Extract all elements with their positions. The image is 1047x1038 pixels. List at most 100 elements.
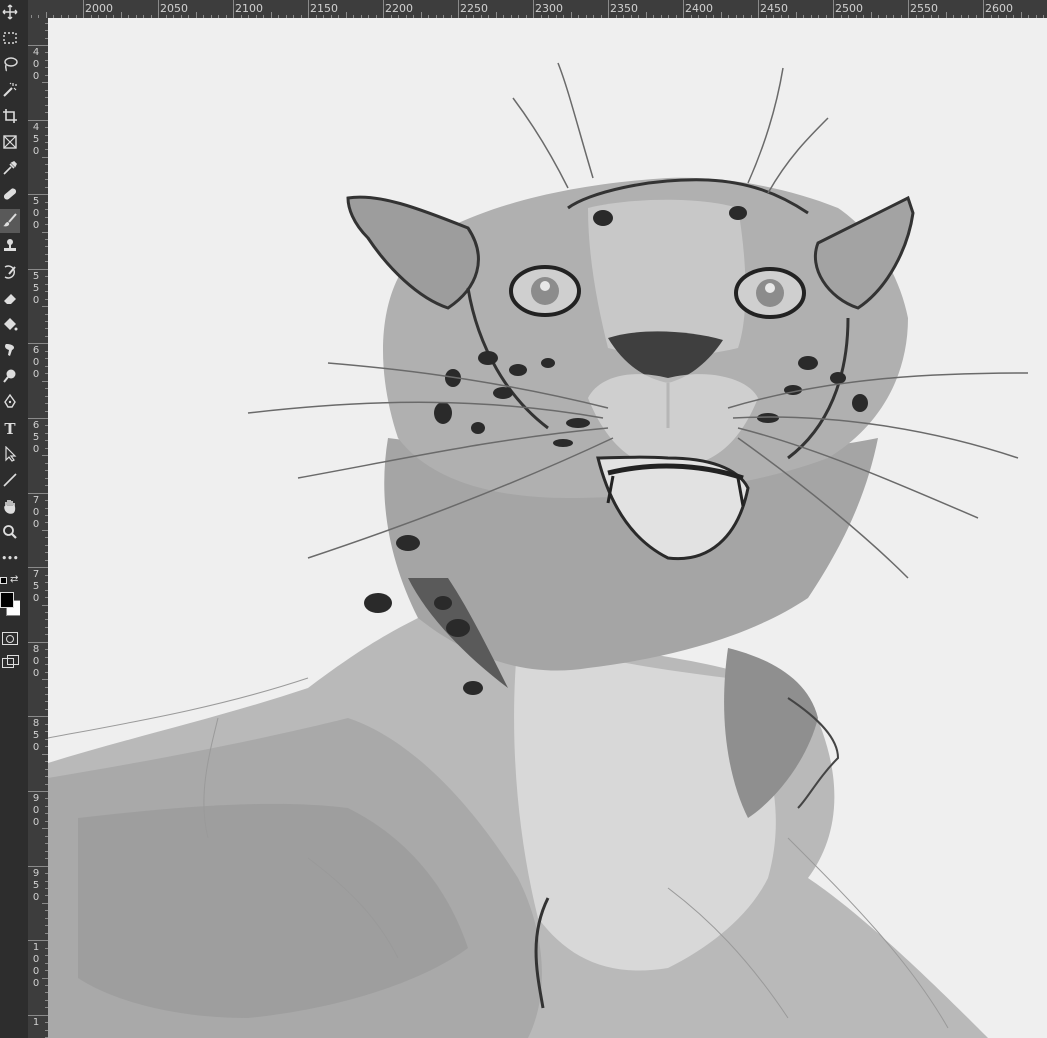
ruler-tick — [308, 0, 309, 18]
ruler-tick — [28, 268, 48, 270]
ruler-label: 450 — [31, 122, 41, 158]
ellipsis-icon: ••• — [1, 553, 19, 564]
ruler-tick — [533, 0, 534, 18]
ruler-label: 850 — [31, 718, 41, 754]
ruler-label: 1 — [31, 1017, 41, 1029]
document-canvas[interactable] — [48, 18, 1047, 1038]
screen-mode-icon[interactable] — [2, 655, 19, 668]
ruler-label-digit: 5 — [32, 133, 40, 145]
dodge-tool[interactable] — [0, 365, 20, 389]
hand-tool[interactable] — [0, 495, 20, 519]
ruler-tick — [28, 865, 48, 867]
pen-tool[interactable] — [0, 391, 20, 415]
line-tool[interactable] — [0, 469, 20, 493]
ruler-tick — [833, 0, 834, 18]
line-icon — [2, 472, 18, 491]
foreground-color-swatch[interactable] — [0, 592, 14, 608]
eraser-tool[interactable] — [0, 287, 20, 311]
marquee-tool[interactable] — [0, 27, 20, 51]
ruler-label: 2450 — [760, 2, 788, 15]
ruler-label: 2050 — [160, 2, 188, 15]
crop-tool[interactable] — [0, 105, 20, 129]
eyedropper-tool[interactable] — [0, 157, 20, 181]
ruler-label-digit: 0 — [32, 817, 40, 828]
ruler-label-digit: 7 — [32, 494, 40, 506]
ruler-label: 2100 — [235, 2, 263, 15]
ruler-tick — [28, 791, 48, 792]
swap-colors-icon[interactable]: ⇄ — [10, 575, 18, 585]
stamp-icon — [2, 238, 18, 257]
ruler-label-digit: 0 — [32, 518, 40, 530]
eyedropper-icon — [2, 160, 18, 179]
pen-icon — [2, 393, 18, 413]
ruler-label-digit: 5 — [32, 196, 40, 208]
ruler-label-digit: 0 — [32, 954, 40, 966]
ruler-label-digit: 0 — [32, 805, 40, 816]
type-icon: T — [4, 419, 16, 438]
more-tools[interactable]: ••• — [0, 547, 20, 571]
vertical-ruler[interactable]: 4004505005506006507007508008509009501000… — [28, 18, 48, 1038]
ruler-label-digit: 9 — [32, 793, 40, 804]
ruler-label-digit: 4 — [32, 121, 40, 133]
history-brush-tool[interactable] — [0, 261, 20, 285]
ruler-label: 650 — [31, 420, 41, 456]
ruler-tick — [28, 194, 48, 196]
lasso-tool[interactable] — [0, 53, 20, 77]
ruler-label-digit: 0 — [32, 506, 40, 518]
ruler-label-digit: 5 — [32, 581, 40, 593]
zoom-icon — [2, 524, 18, 543]
healing-brush-tool[interactable] — [0, 183, 20, 207]
ruler-label: 2600 — [985, 2, 1013, 15]
default-colors-icon[interactable] — [0, 577, 7, 584]
ruler-label-digit: 0 — [32, 593, 40, 605]
ruler-tick — [683, 0, 684, 18]
ruler-label-digit: 5 — [32, 432, 40, 443]
horizontal-ruler[interactable]: 2000 2050 2100 2150 2200 2250 2300 2350 2400 2450… — [28, 0, 1047, 18]
ruler-label-digit: 8 — [32, 718, 40, 730]
ruler-label-digit: 6 — [32, 345, 40, 357]
hand-icon — [2, 498, 18, 517]
ruler-tick — [158, 0, 159, 18]
ruler-tick — [28, 1014, 48, 1016]
ruler-label-digit: 0 — [32, 59, 40, 70]
magic-wand-tool[interactable] — [0, 79, 20, 103]
tools-panel-edge — [20, 0, 28, 1038]
path-selection-tool[interactable] — [0, 443, 20, 467]
ruler-label-digit: 9 — [32, 867, 40, 879]
ruler-label-digit: 0 — [32, 966, 40, 978]
ruler-tick — [28, 641, 48, 643]
ruler-label: 550 — [31, 271, 41, 307]
type-tool[interactable]: T — [0, 417, 20, 441]
clone-stamp-tool[interactable] — [0, 235, 20, 259]
frame-tool[interactable] — [0, 131, 20, 155]
paint-bucket-tool[interactable] — [0, 313, 20, 337]
ruler-tick — [458, 0, 459, 18]
ruler-label-digit: 5 — [32, 879, 40, 891]
ruler-tick — [28, 940, 48, 942]
ruler-tick — [28, 343, 48, 345]
crop-icon — [2, 108, 18, 127]
ruler-label-digit: 0 — [32, 667, 40, 679]
ruler-tick — [983, 0, 984, 18]
brush-tool[interactable] — [0, 209, 20, 233]
leopard-sketch-artwork — [48, 62, 1029, 1038]
ruler-label: 700 — [31, 495, 41, 531]
ruler-label-digit: 0 — [32, 71, 40, 82]
ruler-label: 500 — [31, 196, 41, 232]
ruler-tick — [28, 418, 48, 419]
ruler-tick — [758, 0, 759, 18]
arrow-icon — [2, 445, 18, 465]
ruler-tick — [28, 119, 48, 121]
ruler-label: 600 — [31, 345, 41, 381]
move-icon — [2, 4, 18, 23]
ruler-label: 2200 — [385, 2, 413, 15]
ruler-label: 2550 — [910, 2, 938, 15]
ruler-label: 750 — [31, 569, 41, 605]
smudge-tool[interactable] — [0, 339, 20, 363]
marquee-icon — [2, 30, 18, 49]
ruler-label-digit: 0 — [32, 145, 40, 157]
ruler-label-digit: 0 — [32, 742, 40, 754]
move-tool[interactable] — [0, 1, 20, 25]
quick-mask-icon[interactable] — [2, 632, 18, 645]
zoom-tool[interactable] — [0, 521, 20, 545]
